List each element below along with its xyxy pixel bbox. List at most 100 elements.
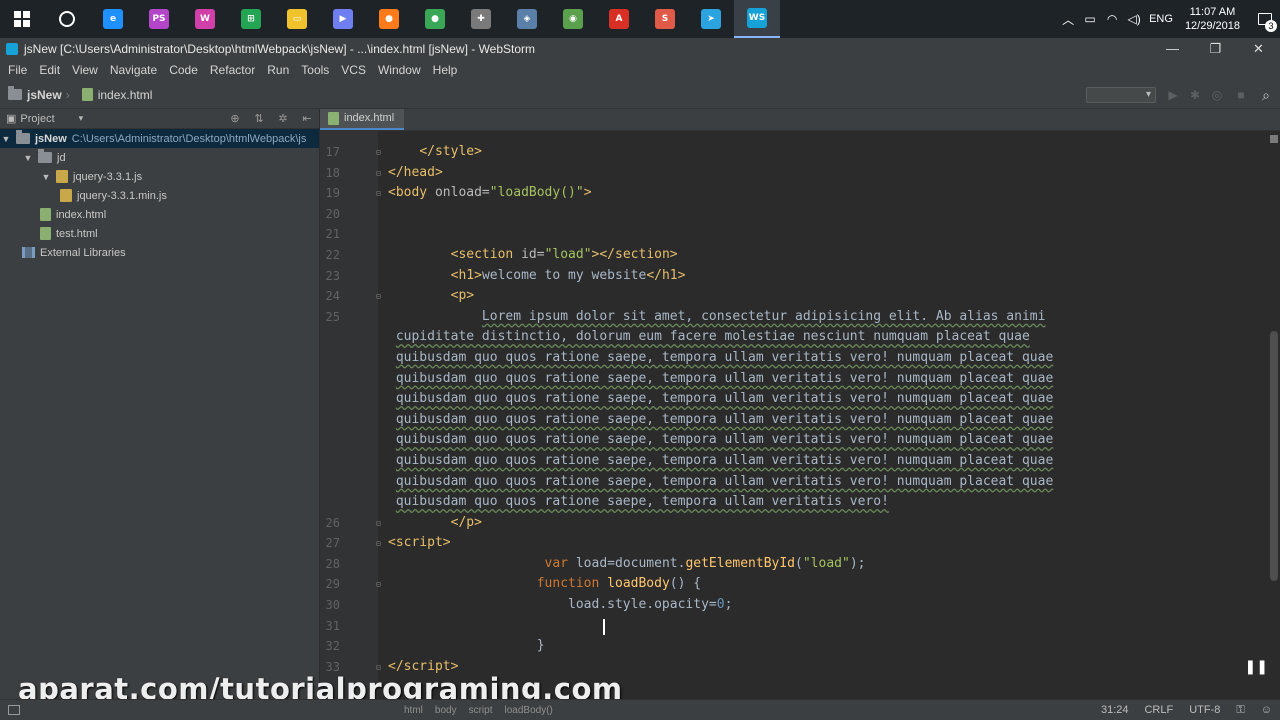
tree-item[interactable]: test.html [0,224,319,243]
taskbar-app[interactable]: ✚ [458,0,504,38]
start-button[interactable] [0,0,44,38]
fold-icon[interactable]: ⊟ [376,148,386,157]
code-line[interactable]: quibusdam quo quos ratione saepe, tempor… [320,389,1280,410]
code-line[interactable]: 31 [320,616,1280,637]
collapse-icon[interactable]: ⇅ [247,112,271,125]
taskbar-app[interactable]: ➤ [688,0,734,38]
scroll-thumb[interactable] [1270,331,1278,581]
code-lines[interactable]: 17 ⊟ </style> 18 ⊟ </head> 19 ⊟ <body onload="l… [320,142,1280,677]
menu-item-refactor[interactable]: Refactor [204,63,261,77]
chevron-up-icon[interactable]: ︿ [1057,11,1079,28]
breadcrumb-item[interactable]: loadBody() [499,705,559,716]
nav-crumb-file[interactable]: index.html [74,88,157,102]
wifi-icon[interactable]: ◠ [1101,12,1123,26]
minimize-button[interactable]: — [1151,41,1194,56]
code-line[interactable]: 27 ⊟ <script> [320,533,1280,554]
locate-icon[interactable]: ⊕ [223,112,247,125]
menu-item-edit[interactable]: Edit [33,63,66,77]
code-line[interactable]: quibusdam quo quos ratione saepe, tempor… [320,472,1280,493]
hide-icon[interactable]: ⇤ [295,112,319,125]
caret-position[interactable]: 31:24 [1093,704,1137,716]
code-line[interactable]: 30 load.style.opacity=0; [320,595,1280,616]
code-line[interactable]: 23 <h1>welcome to my website</h1> [320,266,1280,287]
code-line[interactable]: 26 ⊟ </p> [320,513,1280,534]
breadcrumb-item[interactable]: body [429,705,463,716]
code-line[interactable]: 25 Lorem ipsum dolor sit amet, consectet… [320,307,1280,328]
code-line[interactable]: 20 [320,204,1280,225]
run-configuration-select[interactable] [1086,87,1156,103]
menu-item-view[interactable]: View [66,63,104,77]
inspection-marker[interactable] [1270,135,1278,143]
pause-icon[interactable]: ❚❚ [1245,659,1268,675]
taskbar-app[interactable]: PS [136,0,182,38]
fold-icon[interactable]: ⊟ [376,580,386,589]
code-line[interactable]: quibusdam quo quos ratione saepe, tempor… [320,369,1280,390]
taskbar-app[interactable]: ● [412,0,458,38]
code-line[interactable]: 22 <section id="load"></section> [320,245,1280,266]
tree-external-libraries[interactable]: External Libraries [0,243,319,262]
taskbar-app[interactable]: A [596,0,642,38]
cortana-button[interactable] [44,0,90,38]
code-line[interactable]: 32 } [320,636,1280,657]
fold-icon[interactable]: ⊟ [376,292,386,301]
code-line[interactable]: 29 ⊟ function loadBody() { [320,574,1280,595]
taskbar-app[interactable]: ▭ [274,0,320,38]
fold-icon[interactable]: ⊟ [376,169,386,178]
menu-item-window[interactable]: Window [372,63,427,77]
run-icon[interactable]: ▶ [1166,88,1180,102]
code-line[interactable]: 17 ⊟ </style> [320,142,1280,163]
editor-scrollbar[interactable] [1268,131,1280,699]
close-button[interactable]: ✕ [1237,41,1280,57]
nav-crumb-project[interactable]: jsNew › [0,86,74,102]
expand-arrow-icon[interactable]: ▼ [0,134,12,144]
chevron-down-icon[interactable]: ▾ [79,113,84,124]
taskbar-app[interactable]: ▶ [320,0,366,38]
tree-item[interactable]: ▼ jd [0,148,319,167]
maximize-button[interactable]: ❐ [1194,41,1237,57]
code-line[interactable]: quibusdam quo quos ratione saepe, tempor… [320,430,1280,451]
fold-icon[interactable]: ⊟ [376,189,386,198]
line-ending[interactable]: CRLF [1136,704,1181,716]
battery-icon[interactable]: ▭ [1079,12,1101,26]
volume-icon[interactable]: ◁) [1123,12,1145,26]
language-indicator[interactable]: ENG [1149,13,1173,25]
code-line[interactable]: 28 var load=document.getElementById("loa… [320,554,1280,575]
code-line[interactable]: 21 [320,224,1280,245]
file-encoding[interactable]: UTF-8 [1181,704,1228,716]
action-center-button[interactable]: 3 [1250,0,1280,38]
code-line[interactable]: quibusdam quo quos ratione saepe, tempor… [320,348,1280,369]
code-line[interactable]: cupiditate distinctio, dolorum eum facer… [320,327,1280,348]
code-line[interactable]: 24 ⊟ <p> [320,286,1280,307]
gear-icon[interactable]: ✲ [271,112,295,125]
menu-item-code[interactable]: Code [163,63,204,77]
tab-index-html[interactable]: index.html [320,109,405,130]
inspector-icon[interactable]: ☺ [1253,704,1280,716]
fold-icon[interactable]: ⊟ [376,663,386,672]
clock[interactable]: 11:07 AM 12/29/2018 [1185,5,1240,33]
tree-item[interactable]: jquery-3.3.1.min.js [0,186,319,205]
menu-item-tools[interactable]: Tools [295,63,335,77]
taskbar-app[interactable]: e [90,0,136,38]
search-icon[interactable]: ⌕ [1258,87,1274,103]
taskbar-app[interactable]: WS [734,0,780,38]
code-line[interactable]: quibusdam quo quos ratione saepe, tempor… [320,451,1280,472]
menu-item-help[interactable]: Help [427,63,464,77]
fold-icon[interactable]: ⊟ [376,519,386,528]
coverage-icon[interactable]: ◎ [1210,88,1224,102]
menu-item-file[interactable]: File [2,63,33,77]
tree-item[interactable]: index.html [0,205,319,224]
code-line[interactable]: 19 ⊟ <body onload="loadBody()"> [320,183,1280,204]
taskbar-app[interactable]: W [182,0,228,38]
expand-arrow-icon[interactable]: ▼ [22,153,34,163]
breadcrumb-item[interactable]: html [398,705,429,716]
debug-icon[interactable]: ✱ [1188,88,1202,102]
project-panel-title[interactable]: Project [20,113,54,125]
fold-icon[interactable]: ⊟ [376,539,386,548]
lock-icon[interactable]: ⚿ [1228,704,1252,717]
code-line[interactable]: quibusdam quo quos ratione saepe, tempor… [320,410,1280,431]
expand-arrow-icon[interactable]: ▼ [40,172,52,182]
taskbar-app[interactable]: ⊞ [228,0,274,38]
breadcrumb-item[interactable]: script [463,705,499,716]
tool-windows-toggle-icon[interactable] [8,705,20,715]
code-line[interactable]: 18 ⊟ </head> [320,163,1280,184]
